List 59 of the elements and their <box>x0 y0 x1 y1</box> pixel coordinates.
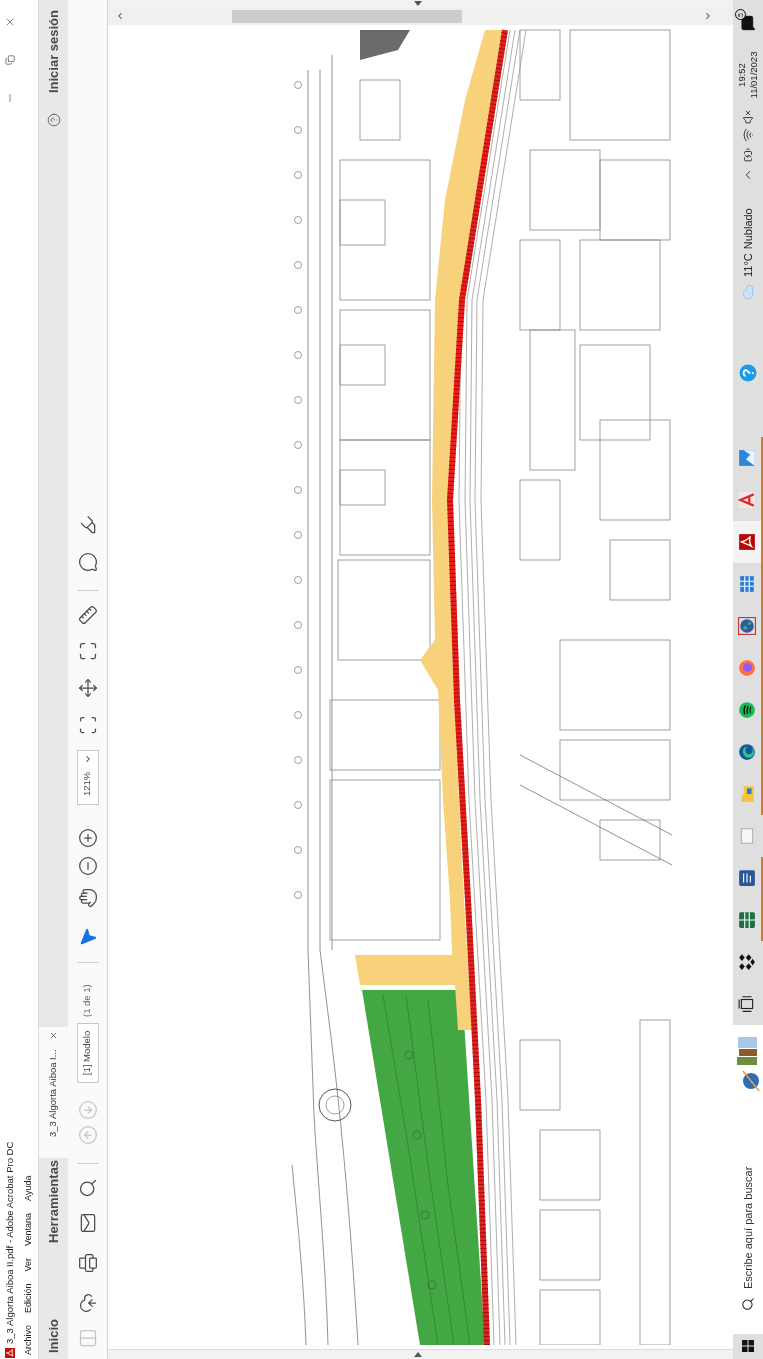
triangle-icon <box>738 491 756 509</box>
diamonds-icon <box>738 953 756 971</box>
menu-item[interactable]: Edición <box>22 1283 36 1313</box>
taskbar-app-button[interactable] <box>733 521 763 563</box>
hand-icon[interactable] <box>77 888 98 908</box>
document-icon <box>738 869 756 887</box>
scroll-thumb[interactable] <box>232 10 462 23</box>
search-field[interactable]: Escribe aquí para buscar <box>739 1139 757 1289</box>
notification-icon[interactable] <box>740 15 756 32</box>
menu-item[interactable]: Ventana <box>22 1212 36 1246</box>
page-number-field[interactable]: [1] Modelo <box>76 1023 99 1083</box>
scroll-up-icon[interactable] <box>115 11 125 22</box>
right-arrow-icon[interactable] <box>414 1352 422 1357</box>
temperature-text: 11°C <box>740 253 755 277</box>
blank-page-icon <box>738 827 756 845</box>
document-tab[interactable]: 3_3 Algorta Aiboa I... <box>39 1027 68 1158</box>
task-view-icon <box>738 995 756 1013</box>
help-icon[interactable] <box>46 113 61 128</box>
search-box[interactable]: Escribe aquí para buscar <box>733 1025 763 1334</box>
move-arrows-icon[interactable] <box>77 678 98 698</box>
zoom-out-icon[interactable] <box>77 856 98 876</box>
close-icon[interactable] <box>49 1031 58 1040</box>
left-arrow-icon[interactable] <box>414 1 422 7</box>
maximize-icon[interactable] <box>77 641 98 661</box>
sign-in-button[interactable]: Iniciar sesión <box>39 10 68 94</box>
zoom-in-icon[interactable] <box>77 828 98 848</box>
nav-tab[interactable]: Herramientas <box>39 1158 68 1249</box>
battery-charging-icon[interactable] <box>741 148 755 162</box>
page-count: (1 de 1) <box>80 983 94 1017</box>
spreadsheet-icon <box>738 911 756 929</box>
four-squares-icon[interactable] <box>742 1340 754 1353</box>
flame-circle-icon <box>738 659 756 677</box>
menu-item[interactable]: Ver <box>22 1257 36 1272</box>
nav-tab[interactable]: Inicio <box>39 1249 68 1359</box>
sound-waves-icon <box>738 701 756 719</box>
table-icon <box>738 575 756 593</box>
ruler-icon[interactable] <box>77 605 98 625</box>
printer-icon[interactable] <box>77 1253 98 1273</box>
swirl-icon <box>738 743 756 761</box>
scroll-down-icon[interactable] <box>703 11 713 22</box>
document-swirl-icon <box>738 533 756 551</box>
menu-item[interactable]: Ayuda <box>22 1175 36 1201</box>
menu-item[interactable]: Archivo <box>22 1325 36 1355</box>
search-icon <box>741 1297 755 1311</box>
folder-icon <box>738 785 756 803</box>
zoom-field[interactable]: 121% <box>76 750 99 805</box>
scan-frame-icon[interactable] <box>77 715 98 735</box>
wifi-icon[interactable] <box>741 128 755 142</box>
search-icon[interactable] <box>77 1178 98 1198</box>
clock-date: 11/01/2023 <box>748 51 760 99</box>
globe-icon <box>738 617 756 635</box>
window-title: 3_3 Algorta Aiboa II.pdf - Adobe Acrobat Pro DC <box>2 1141 16 1344</box>
clock-time: 19:52 <box>736 63 748 87</box>
picture-icon <box>738 449 756 467</box>
weather-condition-text: Nublado <box>740 208 755 250</box>
cloud-upload-icon[interactable] <box>77 1293 98 1313</box>
muted-speaker-icon[interactable] <box>741 110 755 124</box>
help-icon[interactable] <box>739 364 757 382</box>
comment-icon[interactable] <box>77 552 98 572</box>
